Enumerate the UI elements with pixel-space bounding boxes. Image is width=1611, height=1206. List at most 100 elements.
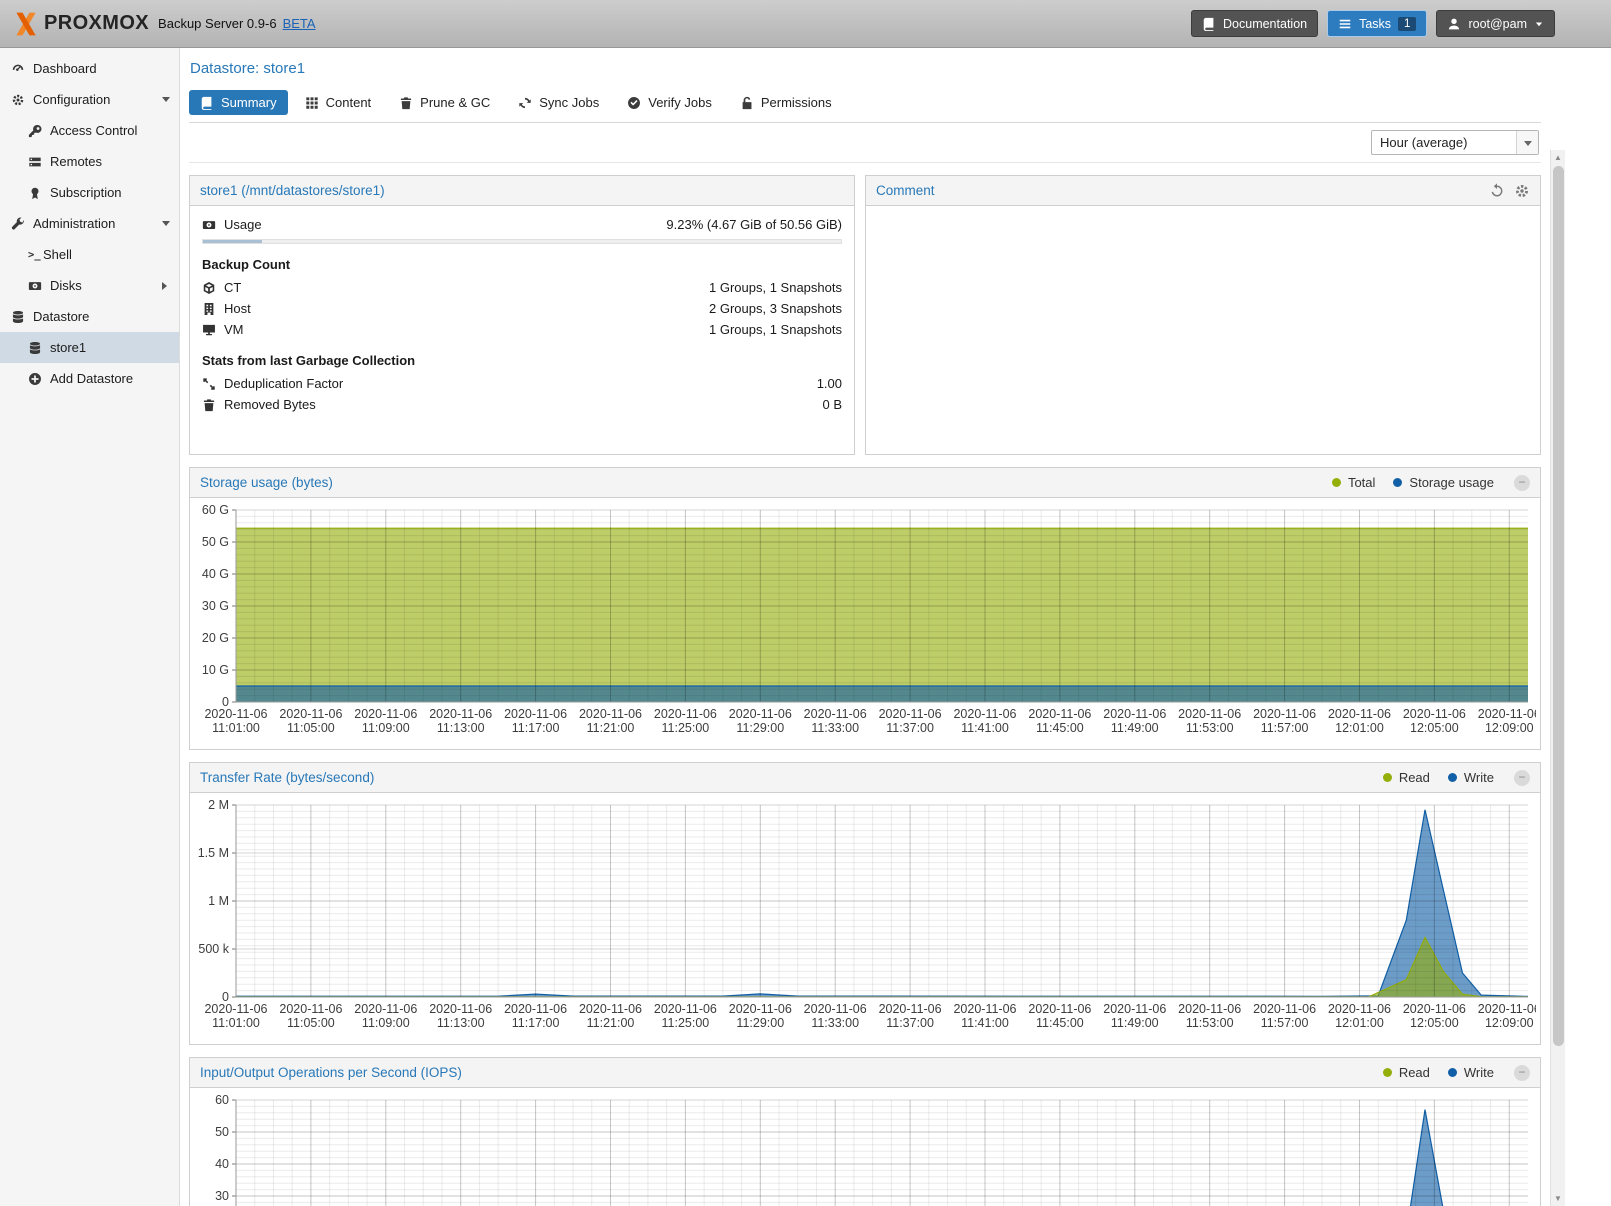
svg-text:2020-11-06: 2020-11-06 bbox=[354, 1002, 417, 1016]
legend-read[interactable]: Read bbox=[1383, 770, 1430, 785]
user-menu-button[interactable]: root@pam bbox=[1436, 10, 1555, 37]
svg-text:11:17:00: 11:17:00 bbox=[512, 1016, 560, 1030]
usage-progress-fill bbox=[203, 240, 262, 243]
undock-icon[interactable]: − bbox=[1514, 1065, 1530, 1081]
undock-icon[interactable]: − bbox=[1514, 475, 1530, 491]
svg-text:50 G: 50 G bbox=[202, 535, 229, 549]
backup-count-heading: Backup Count bbox=[202, 257, 842, 272]
transfer-rate-legend: Read Write − bbox=[1383, 770, 1530, 786]
tab-permissions[interactable]: Permissions bbox=[729, 90, 843, 115]
tab-prune-gc[interactable]: Prune & GC bbox=[388, 90, 501, 115]
comment-panel-title: Comment bbox=[876, 183, 935, 198]
tab-content[interactable]: Content bbox=[294, 90, 383, 115]
svg-text:2020-11-06: 2020-11-06 bbox=[204, 1002, 267, 1016]
svg-text:11:37:00: 11:37:00 bbox=[886, 721, 934, 735]
sidebar-item-add-datastore[interactable]: Add Datastore bbox=[0, 363, 179, 394]
datastore-icon bbox=[11, 310, 25, 324]
svg-text:11:21:00: 11:21:00 bbox=[587, 721, 635, 735]
sidebar-item-store1[interactable]: store1 bbox=[0, 332, 179, 363]
removed-bytes-row: Removed Bytes 0 B bbox=[202, 394, 842, 415]
scroll-down-icon[interactable]: ▼ bbox=[1551, 1191, 1565, 1206]
iops-panel: Input/Output Operations per Second (IOPS… bbox=[189, 1057, 1541, 1206]
vm-row: VM 1 Groups, 1 Snapshots bbox=[202, 319, 842, 340]
svg-text:60 G: 60 G bbox=[202, 503, 229, 517]
documentation-button[interactable]: Documentation bbox=[1191, 10, 1318, 37]
scrollbar-thumb[interactable] bbox=[1553, 166, 1564, 1046]
sidebar-item-subscription[interactable]: Subscription bbox=[0, 177, 179, 208]
beta-link[interactable]: BETA bbox=[283, 16, 316, 31]
svg-text:2020-11-06: 2020-11-06 bbox=[729, 1002, 792, 1016]
sidebar-item-dashboard[interactable]: Dashboard bbox=[0, 53, 179, 84]
svg-text:12:05:00: 12:05:00 bbox=[1410, 1016, 1459, 1030]
svg-text:11:37:00: 11:37:00 bbox=[886, 1016, 934, 1030]
storage-usage-panel: Storage usage (bytes) Total Storage usag… bbox=[189, 467, 1541, 750]
gear-icon[interactable] bbox=[1514, 183, 1530, 199]
svg-text:2020-11-06: 2020-11-06 bbox=[1478, 707, 1536, 721]
svg-text:2020-11-06: 2020-11-06 bbox=[354, 707, 417, 721]
chevron-down-icon bbox=[162, 221, 170, 230]
svg-text:11:45:00: 11:45:00 bbox=[1036, 721, 1084, 735]
legend-read[interactable]: Read bbox=[1383, 1065, 1430, 1080]
comment-panel: Comment bbox=[865, 175, 1541, 455]
legend-write[interactable]: Write bbox=[1448, 770, 1494, 785]
svg-text:11:21:00: 11:21:00 bbox=[587, 1016, 635, 1030]
svg-text:30: 30 bbox=[215, 1189, 229, 1203]
certificate-icon bbox=[28, 186, 42, 200]
svg-text:20 G: 20 G bbox=[202, 631, 229, 645]
svg-text:1 M: 1 M bbox=[208, 894, 229, 908]
sidebar-item-shell[interactable]: >_ Shell bbox=[0, 239, 179, 270]
summary-panel-title: store1 (/mnt/datastores/store1) bbox=[200, 183, 385, 198]
storage-usage-title: Storage usage (bytes) bbox=[200, 475, 333, 490]
storage-usage-chart: 2020-11-0611:01:002020-11-0611:05:002020… bbox=[192, 502, 1536, 747]
datastore-summary-panel: store1 (/mnt/datastores/store1) Usage 9.… bbox=[189, 175, 855, 455]
plus-circle-icon bbox=[28, 372, 42, 386]
svg-text:12:05:00: 12:05:00 bbox=[1410, 721, 1459, 735]
sidebar-item-configuration[interactable]: Configuration bbox=[0, 84, 179, 115]
sidebar-item-access-control[interactable]: Access Control bbox=[0, 115, 179, 146]
tab-sync-jobs[interactable]: Sync Jobs bbox=[507, 90, 610, 115]
svg-text:2020-11-06: 2020-11-06 bbox=[204, 707, 267, 721]
svg-text:2020-11-06: 2020-11-06 bbox=[879, 1002, 942, 1016]
svg-text:11:49:00: 11:49:00 bbox=[1111, 1016, 1159, 1030]
legend-storage-usage[interactable]: Storage usage bbox=[1393, 475, 1494, 490]
svg-text:11:13:00: 11:13:00 bbox=[437, 721, 485, 735]
tab-summary[interactable]: Summary bbox=[189, 90, 288, 115]
tasks-button[interactable]: Tasks 1 bbox=[1327, 10, 1427, 37]
legend-total[interactable]: Total bbox=[1332, 475, 1375, 490]
svg-text:2020-11-06: 2020-11-06 bbox=[804, 707, 867, 721]
svg-text:11:57:00: 11:57:00 bbox=[1261, 721, 1309, 735]
svg-text:11:25:00: 11:25:00 bbox=[662, 721, 710, 735]
sidebar-item-datastore[interactable]: Datastore bbox=[0, 301, 179, 332]
svg-text:11:41:00: 11:41:00 bbox=[961, 721, 1009, 735]
hard-disk-icon bbox=[202, 218, 216, 232]
comment-body[interactable] bbox=[866, 206, 1540, 222]
vertical-scrollbar[interactable]: ▲ ▼ bbox=[1550, 150, 1565, 1206]
transfer-rate-title: Transfer Rate (bytes/second) bbox=[200, 770, 374, 785]
svg-text:2020-11-06: 2020-11-06 bbox=[1103, 707, 1166, 721]
svg-text:50: 50 bbox=[215, 1125, 229, 1139]
undock-icon[interactable]: − bbox=[1514, 770, 1530, 786]
svg-text:11:45:00: 11:45:00 bbox=[1036, 1016, 1084, 1030]
svg-text:0: 0 bbox=[222, 990, 229, 1004]
svg-text:1.5 M: 1.5 M bbox=[198, 846, 229, 860]
svg-text:2020-11-06: 2020-11-06 bbox=[953, 1002, 1016, 1016]
svg-text:40 G: 40 G bbox=[202, 567, 229, 581]
svg-text:500 k: 500 k bbox=[198, 942, 229, 956]
svg-text:11:49:00: 11:49:00 bbox=[1111, 721, 1159, 735]
svg-text:11:29:00: 11:29:00 bbox=[736, 1016, 784, 1030]
scroll-up-icon[interactable]: ▲ bbox=[1551, 150, 1565, 165]
sidebar-item-disks[interactable]: Disks bbox=[0, 270, 179, 301]
sidebar-item-remotes[interactable]: Remotes bbox=[0, 146, 179, 177]
time-range-combobox[interactable]: Hour (average) bbox=[1371, 130, 1539, 155]
svg-text:0: 0 bbox=[222, 695, 229, 709]
app-header: PROXMOX Backup Server 0.9-6 BETA Documen… bbox=[0, 0, 1611, 48]
monitor-icon bbox=[202, 323, 216, 337]
sidebar-item-administration[interactable]: Administration bbox=[0, 208, 179, 239]
tab-verify-jobs[interactable]: Verify Jobs bbox=[616, 90, 723, 115]
refresh-icon[interactable] bbox=[1489, 183, 1505, 199]
chart-toolbar: Hour (average) bbox=[189, 123, 1541, 163]
legend-write[interactable]: Write bbox=[1448, 1065, 1494, 1080]
svg-text:2020-11-06: 2020-11-06 bbox=[879, 707, 942, 721]
svg-text:60: 60 bbox=[215, 1093, 229, 1107]
combo-trigger-icon[interactable] bbox=[1516, 131, 1538, 154]
